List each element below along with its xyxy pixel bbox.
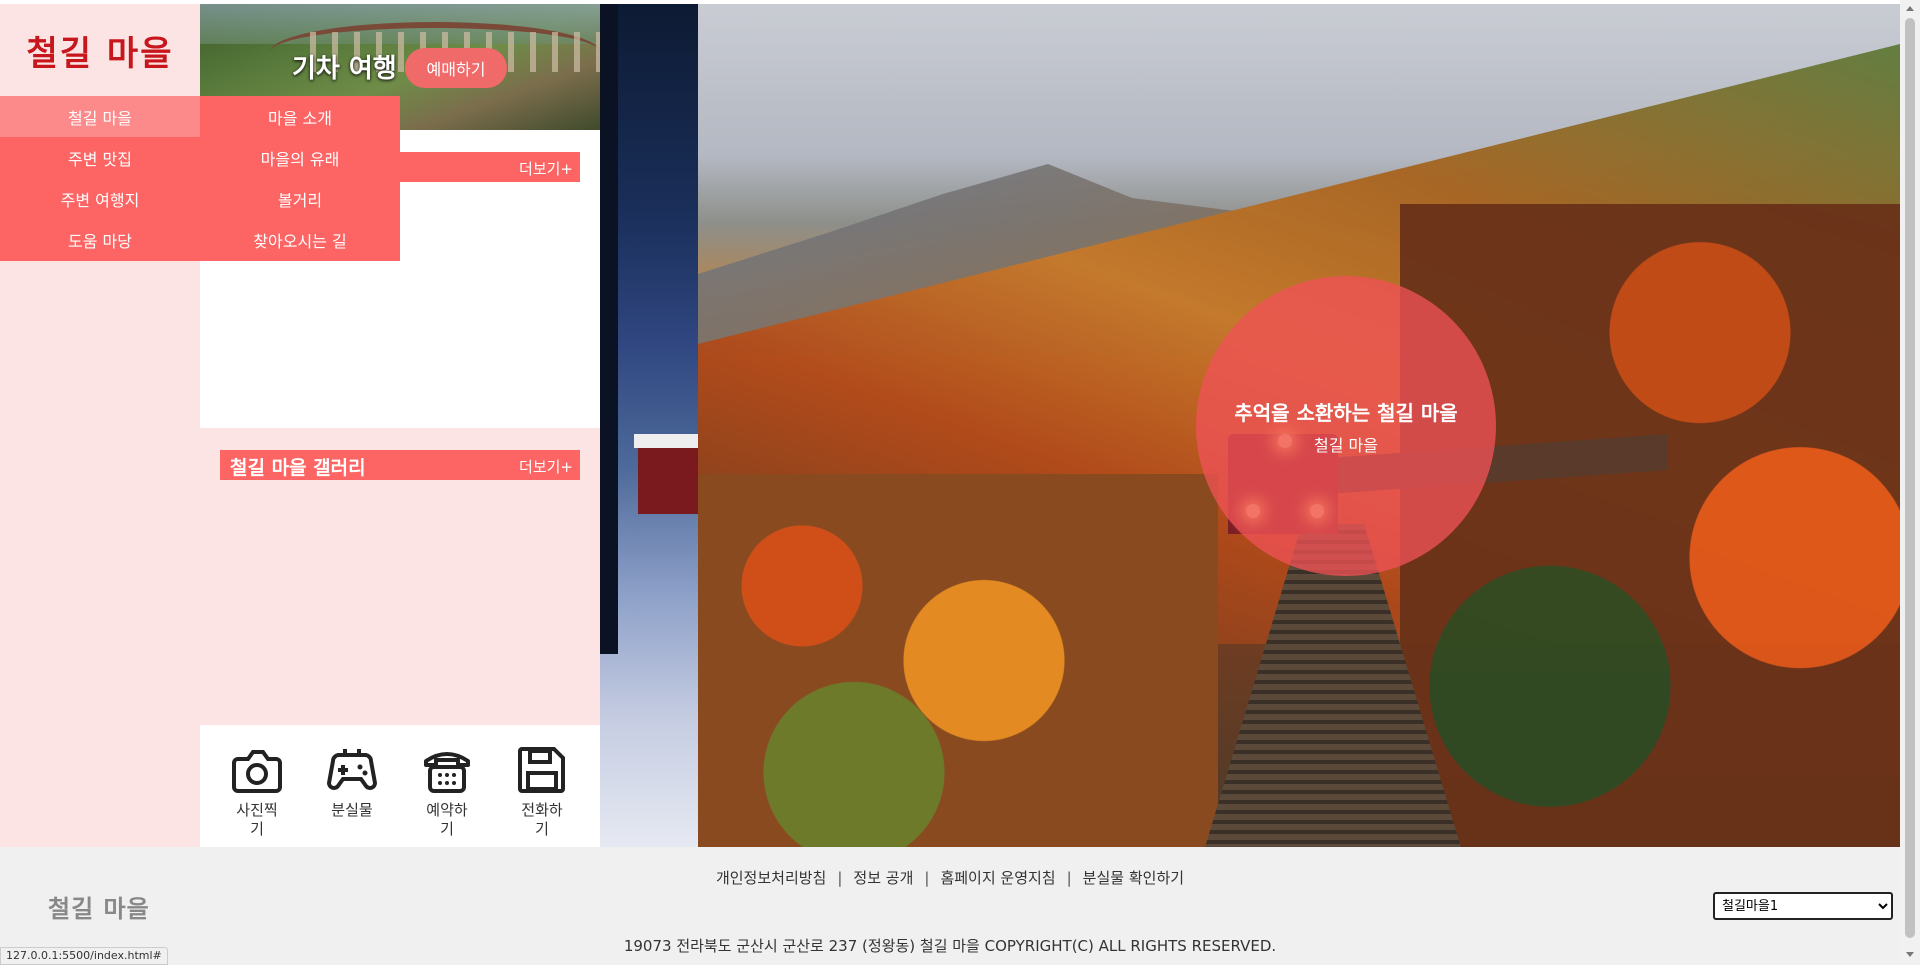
nav-item-restaurants[interactable]: 주변 맛집 (0, 137, 200, 178)
quick-link-lost-found[interactable]: 분실물 (317, 745, 387, 820)
footer: 철길 마을 개인정보처리방침 | 정보 공개 | 홈페이지 운영지침 | 분실물 확인하기 … (0, 847, 1900, 965)
scroll-down-icon[interactable] (1906, 952, 1914, 957)
quick-link-reservation[interactable]: 예약하기 (412, 745, 482, 839)
quick-links: 사진찍기 분실물 예약하기 전화하기 (200, 725, 600, 847)
nav-item-help[interactable]: 도움 마당 (0, 219, 200, 260)
quick-link-label: 사진찍기 (236, 801, 278, 838)
page: 철길 마을 기차 여행 예매하기 더보기+ 철길 마을 갤러리 더보기+ 사진찍… (0, 4, 1900, 847)
hero-trees-left (698, 474, 1218, 847)
site-logo[interactable]: 철길 마을 (0, 4, 200, 96)
gallery-more-link[interactable]: 더보기+ (519, 456, 573, 477)
hero-title: 추억을 소환하는 철길 마을 (1234, 400, 1458, 425)
hero-subtitle: 철길 마을 (1314, 435, 1378, 455)
nav-item-village[interactable]: 철길 마을 (0, 96, 200, 137)
phone-icon (424, 752, 470, 793)
quick-link-label: 예약하기 (426, 801, 468, 838)
hero-caption-circle: 추억을 소환하는 철길 마을 철길 마을 (1196, 276, 1496, 576)
hero-trees-right (1400, 204, 1900, 847)
main-nav: 철길 마을 마을 소개 주변 맛집 마을의 유래 주변 여행지 볼거리 도움 마… (0, 96, 400, 261)
tree-trunk (600, 4, 618, 654)
quick-link-label: 전화하기 (521, 801, 563, 838)
nav-item-village-origin[interactable]: 마을의 유래 (200, 137, 400, 178)
separator: | (924, 869, 930, 887)
gallery-section: 철길 마을 갤러리 더보기+ (200, 428, 600, 725)
reserve-button[interactable]: 예매하기 (405, 48, 507, 88)
quick-link-call[interactable]: 전화하기 (507, 745, 577, 839)
nav-item-directions[interactable]: 찾아오시는 길 (200, 219, 400, 260)
separator: | (837, 869, 843, 887)
save-icon (518, 747, 565, 793)
nav-row: 도움 마당 찾아오시는 길 (0, 219, 400, 260)
scroll-thumb[interactable] (1905, 18, 1915, 938)
footer-logo: 철길 마을 (48, 895, 150, 923)
gallery-header: 철길 마을 갤러리 더보기+ (220, 450, 580, 480)
nav-row: 주변 여행지 볼거리 (0, 178, 400, 219)
footer-address: 19073 전라북도 군산시 군산로 237 (정왕동) 철길 마을 COPYR… (623, 937, 1277, 955)
gamepad-icon (326, 749, 378, 790)
footer-link-guidelines[interactable]: 홈페이지 운영지침 (940, 869, 1055, 887)
hero-image: 추억을 소환하는 철길 마을 철길 마을 (698, 4, 1900, 847)
vertical-scrollbar[interactable] (1900, 0, 1920, 965)
nav-item-attractions[interactable]: 주변 여행지 (0, 178, 200, 219)
status-bar-url: 127.0.0.1:5500/index.html# (0, 947, 168, 965)
nav-item-sights[interactable]: 볼거리 (200, 178, 400, 219)
winter-scene-image (600, 4, 698, 847)
footer-links: 개인정보처리방침 | 정보 공개 | 홈페이지 운영지침 | 분실물 확인하기 (0, 867, 1900, 888)
village-select[interactable]: 철길마을1 (1713, 892, 1893, 920)
nav-row: 주변 맛집 마을의 유래 (0, 137, 400, 178)
banner-title: 기차 여행 (292, 54, 397, 84)
camera-icon (232, 750, 282, 793)
footer-link-lost-found[interactable]: 분실물 확인하기 (1083, 869, 1184, 887)
nav-item-village-intro[interactable]: 마을 소개 (200, 96, 400, 137)
gallery-title: 철길 마을 갤러리 (230, 457, 366, 479)
nav-row: 철길 마을 마을 소개 (0, 96, 400, 137)
footer-link-privacy[interactable]: 개인정보처리방침 (716, 869, 826, 887)
footer-link-disclosure[interactable]: 정보 공개 (853, 869, 913, 887)
scroll-up-icon[interactable] (1906, 6, 1914, 11)
separator: | (1066, 869, 1072, 887)
notice-more-link[interactable]: 더보기+ (519, 158, 573, 179)
quick-link-label: 분실물 (331, 801, 373, 819)
snowy-house (634, 434, 698, 514)
quick-link-photo[interactable]: 사진찍기 (222, 745, 292, 839)
